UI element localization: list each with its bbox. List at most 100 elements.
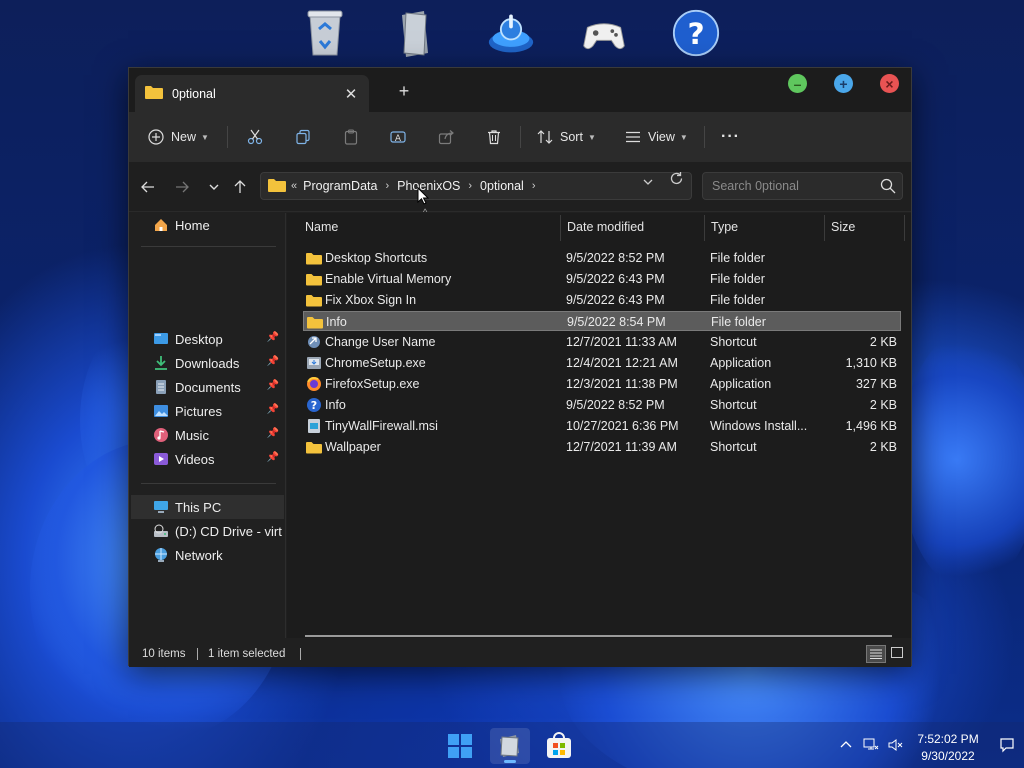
home-icon (153, 217, 169, 233)
rename-button[interactable]: A (390, 112, 406, 162)
large-icons-view-button[interactable] (891, 647, 903, 658)
search-box[interactable] (702, 172, 903, 200)
sort-label: Sort (560, 130, 583, 144)
file-name: Change User Name (325, 335, 436, 349)
file-row[interactable]: Change User Name 12/7/2021 11:33 AM Shortc… (303, 332, 901, 352)
sidebar-item-label: Music (175, 427, 209, 443)
file-name: ChromeSetup.exe (325, 356, 426, 370)
command-bar: New ▼ A Sort ▼ View ▼ ··· (129, 112, 911, 162)
address-history-dropdown[interactable] (642, 176, 654, 190)
documents-icon[interactable] (390, 6, 442, 60)
file-row[interactable]: TinyWallFirewall.msi 10/27/2021 6:36 PM Wi… (303, 416, 901, 436)
file-row[interactable]: Wallpaper 12/7/2021 11:39 AM Shortcut 2 KB (303, 437, 901, 457)
copy-icon (296, 129, 310, 145)
file-date-modified: 12/7/2021 11:33 AM (566, 335, 677, 349)
new-tab-button[interactable]: + (391, 80, 417, 102)
maximize-button[interactable]: + (834, 74, 853, 93)
address-bar[interactable]: « ProgramData › PhoenixOS › 0ptional › (260, 172, 692, 200)
cut-icon (247, 129, 263, 145)
file-date-modified: 9/5/2022 8:52 PM (566, 398, 665, 412)
paste-button[interactable] (343, 112, 359, 162)
refresh-button[interactable] (669, 171, 684, 190)
network-icon (863, 738, 879, 750)
chevron-right-icon[interactable]: › (468, 180, 472, 192)
file-row[interactable]: FirefoxSetup.exe 12/3/2021 11:38 PM Applic… (303, 374, 901, 394)
column-header-name[interactable]: Name (305, 213, 338, 241)
file-row[interactable]: Info 9/5/2022 8:54 PM File folder (303, 311, 901, 331)
share-button[interactable] (438, 112, 454, 162)
recent-locations-button[interactable] (203, 176, 225, 198)
refresh-icon (670, 172, 683, 185)
search-input[interactable] (703, 173, 873, 199)
search-icon[interactable] (880, 178, 896, 197)
copy-button[interactable] (295, 112, 311, 162)
videos-icon (153, 451, 169, 467)
sidebar-item-videos[interactable]: Videos 📌 (131, 447, 284, 471)
sidebar-item-pictures[interactable]: Pictures 📌 (131, 399, 284, 423)
xbox-controller-icon[interactable] (578, 6, 630, 60)
sort-button[interactable]: Sort ▼ (537, 112, 596, 162)
view-button[interactable]: View ▼ (625, 112, 688, 162)
chevron-right-icon[interactable]: › (385, 180, 389, 192)
taskbar-store[interactable] (539, 728, 579, 764)
column-header-size[interactable]: Size (831, 213, 855, 241)
help-icon[interactable]: ? (670, 6, 722, 60)
new-button[interactable]: New ▼ (148, 112, 209, 162)
breadcrumb-programdata[interactable]: ProgramData (303, 179, 377, 193)
pin-icon: 📌 (266, 428, 279, 439)
taskbar-file-explorer[interactable] (490, 728, 530, 764)
music-icon (153, 427, 169, 443)
up-button[interactable] (229, 176, 251, 198)
column-header-type[interactable]: Type (711, 213, 738, 241)
folder-icon (268, 178, 286, 195)
notifications-button[interactable] (999, 722, 1015, 768)
network-status-button[interactable] (863, 722, 879, 768)
sidebar-item-this-pc[interactable]: This PC (131, 495, 284, 519)
breadcrumb-overflow[interactable]: « (291, 180, 297, 192)
sidebar-item-music[interactable]: Music 📌 (131, 423, 284, 447)
rename-icon: A (390, 131, 406, 144)
breadcrumb-0ptional[interactable]: 0ptional (480, 179, 524, 193)
close-window-button[interactable]: × (880, 74, 899, 93)
sidebar-item-home[interactable]: Home (131, 213, 284, 237)
sidebar-item-label: Documents (175, 379, 241, 395)
recycle-bin-icon[interactable] (299, 6, 351, 60)
chevron-down-icon: ▼ (679, 132, 688, 142)
more-options-button[interactable]: ··· (721, 112, 740, 162)
sidebar-item-network[interactable]: Network (131, 543, 284, 567)
downloads-icon (153, 355, 169, 371)
volume-button[interactable] (887, 722, 903, 768)
forward-button[interactable] (171, 176, 193, 198)
tab-0ptional[interactable]: 0ptional ✕ (135, 75, 369, 112)
chevron-right-icon[interactable]: › (532, 180, 536, 192)
sidebar-item-cd-drive[interactable]: (D:) CD Drive - virt (131, 519, 284, 543)
file-row[interactable]: Enable Virtual Memory 9/5/2022 6:43 PM Fil… (303, 269, 901, 289)
close-tab-button[interactable]: ✕ (339, 82, 363, 106)
svg-text:?: ? (311, 399, 317, 412)
file-row[interactable]: ? Info 9/5/2022 8:52 PM Shortcut 2 KB (303, 395, 901, 415)
back-button[interactable] (137, 176, 159, 198)
clock[interactable]: 7:52:02 PM 9/30/2022 (905, 731, 991, 765)
start-button[interactable] (440, 728, 480, 764)
file-row[interactable]: ChromeSetup.exe 12/4/2021 12:21 AM Applica… (303, 353, 901, 373)
power-icon[interactable] (485, 6, 537, 60)
file-row[interactable]: Fix Xbox Sign In 9/5/2022 6:43 PM File fol… (303, 290, 901, 310)
show-hidden-icons-button[interactable] (840, 722, 852, 768)
folder-icon (306, 292, 322, 308)
delete-button[interactable] (486, 112, 502, 162)
file-row[interactable]: Desktop Shortcuts 9/5/2022 8:52 PM File fo… (303, 248, 901, 268)
sidebar-item-desktop[interactable]: Desktop 📌 (131, 327, 284, 351)
notification-icon (1000, 738, 1014, 753)
details-view-button[interactable] (866, 645, 886, 663)
sidebar-item-downloads[interactable]: Downloads 📌 (131, 351, 284, 375)
minimize-button[interactable]: – (788, 74, 807, 93)
svg-text:A: A (395, 134, 402, 144)
file-type: Shortcut (710, 398, 757, 412)
title-bar: 0ptional ✕ + – + × (129, 68, 911, 112)
horizontal-scrollbar[interactable] (305, 635, 892, 637)
cut-button[interactable] (247, 112, 263, 162)
column-header-date[interactable]: Date modified (567, 213, 644, 241)
svg-text:?: ? (687, 17, 704, 51)
sidebar-item-documents[interactable]: Documents 📌 (131, 375, 284, 399)
details-view-icon (870, 649, 882, 659)
